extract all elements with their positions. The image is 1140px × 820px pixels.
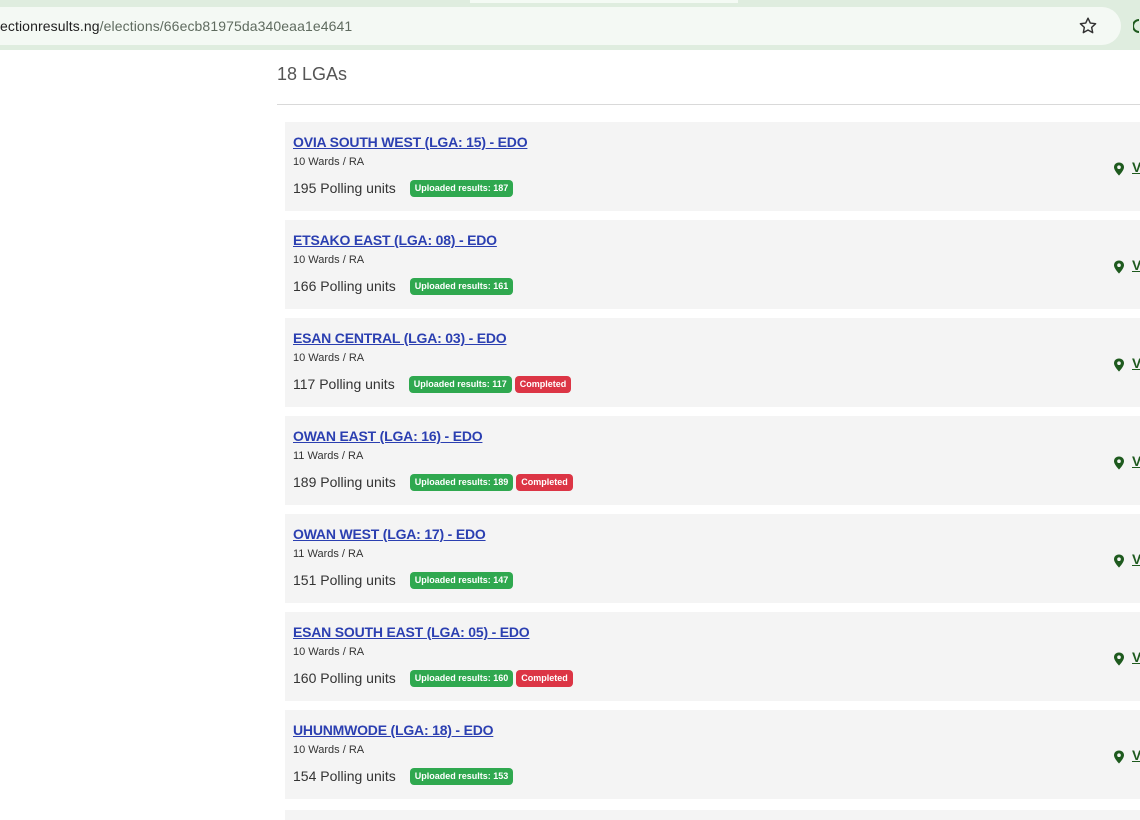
lga-stats: 195 Polling units Uploaded results: 187 <box>293 179 1140 197</box>
view-link[interactable]: V <box>1132 355 1140 371</box>
polling-units-count: 154 Polling units <box>293 768 396 784</box>
lga-card: ETSAKO EAST (LGA: 08) - EDO 10 Wards / R… <box>285 220 1140 309</box>
view-link[interactable]: V <box>1132 159 1140 175</box>
uploaded-results-badge: Uploaded results: 147 <box>409 571 514 589</box>
view-link[interactable]: V <box>1132 453 1140 469</box>
lga-wards-count: 10 Wards / RA <box>293 352 365 364</box>
view-link[interactable]: V <box>1132 649 1140 665</box>
address-bar[interactable]: ectionresults.ng/elections/66ecb81975da3… <box>0 7 1121 45</box>
lga-name-link[interactable]: OWAN WEST (LGA: 17) - EDO <box>293 526 1140 542</box>
view-link[interactable]: V <box>1132 747 1140 763</box>
uploaded-results-badge: Uploaded results: 189 <box>409 473 514 491</box>
polling-units-count: 151 Polling units <box>293 572 396 588</box>
map-pin-icon <box>1114 358 1124 372</box>
lga-card: OWAN WEST (LGA: 17) - EDO 11 Wards / RA … <box>285 514 1140 603</box>
lga-card: UHUNMWODE (LGA: 18) - EDO 10 Wards / RA … <box>285 710 1140 799</box>
lga-name-link[interactable]: ESAN SOUTH EAST (LGA: 05) - EDO <box>293 624 1140 640</box>
lga-wards-count: 11 Wards / RA <box>293 548 364 560</box>
lga-wards-count: 10 Wards / RA <box>293 254 365 266</box>
lga-name-link[interactable]: OVIA SOUTH WEST (LGA: 15) - EDO <box>293 134 1140 150</box>
lga-wards-count: 11 Wards / RA <box>293 450 364 462</box>
url-text[interactable]: ectionresults.ng/elections/66ecb81975da3… <box>0 18 352 34</box>
lga-name-link[interactable]: ESAN CENTRAL (LGA: 03) - EDO <box>293 330 1140 346</box>
uploaded-results-badge: Uploaded results: 117 <box>408 375 512 393</box>
page-title: 18 LGAs <box>277 64 348 84</box>
lga-stats: 166 Polling units Uploaded results: 161 <box>293 277 1140 295</box>
lga-stats: 189 Polling units Uploaded results: 189 … <box>293 473 1140 491</box>
lga-wards-count: 10 Wards / RA <box>293 744 365 756</box>
url-host: ectionresults.ng <box>0 18 100 34</box>
view-link[interactable]: V <box>1132 551 1140 567</box>
polling-units-count: 189 Polling units <box>293 474 396 490</box>
completed-badge: Completed <box>514 375 572 393</box>
active-tab-indicator <box>470 0 738 3</box>
lga-stats: 151 Polling units Uploaded results: 147 <box>293 571 1140 589</box>
polling-units-count: 117 Polling units <box>293 376 395 392</box>
lga-name-link[interactable]: UHUNMWODE (LGA: 18) - EDO <box>293 722 1140 738</box>
map-pin-icon <box>1114 750 1124 764</box>
lga-name-link[interactable]: ETSAKO EAST (LGA: 08) - EDO <box>293 232 1140 248</box>
lga-wards-count: 10 Wards / RA <box>293 156 365 168</box>
browser-toolbar: ectionresults.ng/elections/66ecb81975da3… <box>0 0 1140 50</box>
polling-units-count: 195 Polling units <box>293 180 396 196</box>
map-pin-icon <box>1114 456 1124 470</box>
uploaded-results-badge: Uploaded results: 153 <box>409 767 514 785</box>
lga-wards-count: 10 Wards / RA <box>293 646 365 658</box>
map-pin-icon <box>1114 260 1124 274</box>
map-pin-icon <box>1114 652 1124 666</box>
lga-card: ESAN SOUTH EAST (LGA: 05) - EDO 10 Wards… <box>285 612 1140 701</box>
map-pin-icon <box>1114 554 1124 568</box>
lga-stats: 117 Polling units Uploaded results: 117 … <box>293 375 1140 393</box>
completed-badge: Completed <box>516 669 573 687</box>
list-item <box>285 810 1140 820</box>
map-pin-icon <box>1114 162 1124 176</box>
lga-name-link[interactable]: OWAN EAST (LGA: 16) - EDO <box>293 428 1140 444</box>
lga-card: ESAN CENTRAL (LGA: 03) - EDO 10 Wards / … <box>285 318 1140 407</box>
lga-stats: 160 Polling units Uploaded results: 160 … <box>293 669 1140 687</box>
divider <box>277 104 1140 105</box>
uploaded-results-badge: Uploaded results: 161 <box>409 277 514 295</box>
star-icon[interactable] <box>1077 15 1099 37</box>
profile-icon[interactable] <box>1133 19 1140 33</box>
uploaded-results-badge: Uploaded results: 187 <box>409 179 514 197</box>
completed-badge: Completed <box>516 473 573 491</box>
lga-card: OWAN EAST (LGA: 16) - EDO 11 Wards / RA … <box>285 416 1140 505</box>
uploaded-results-badge: Uploaded results: 160 <box>409 669 514 687</box>
polling-units-count: 166 Polling units <box>293 278 396 294</box>
lga-stats: 154 Polling units Uploaded results: 153 <box>293 767 1140 785</box>
url-path: /elections/66ecb81975da340eaa1e4641 <box>99 18 353 34</box>
lga-list: OVIA SOUTH WEST (LGA: 15) - EDO 10 Wards… <box>285 122 1140 808</box>
polling-units-count: 160 Polling units <box>293 670 396 686</box>
lga-card: OVIA SOUTH WEST (LGA: 15) - EDO 10 Wards… <box>285 122 1140 211</box>
view-link[interactable]: V <box>1132 257 1140 273</box>
